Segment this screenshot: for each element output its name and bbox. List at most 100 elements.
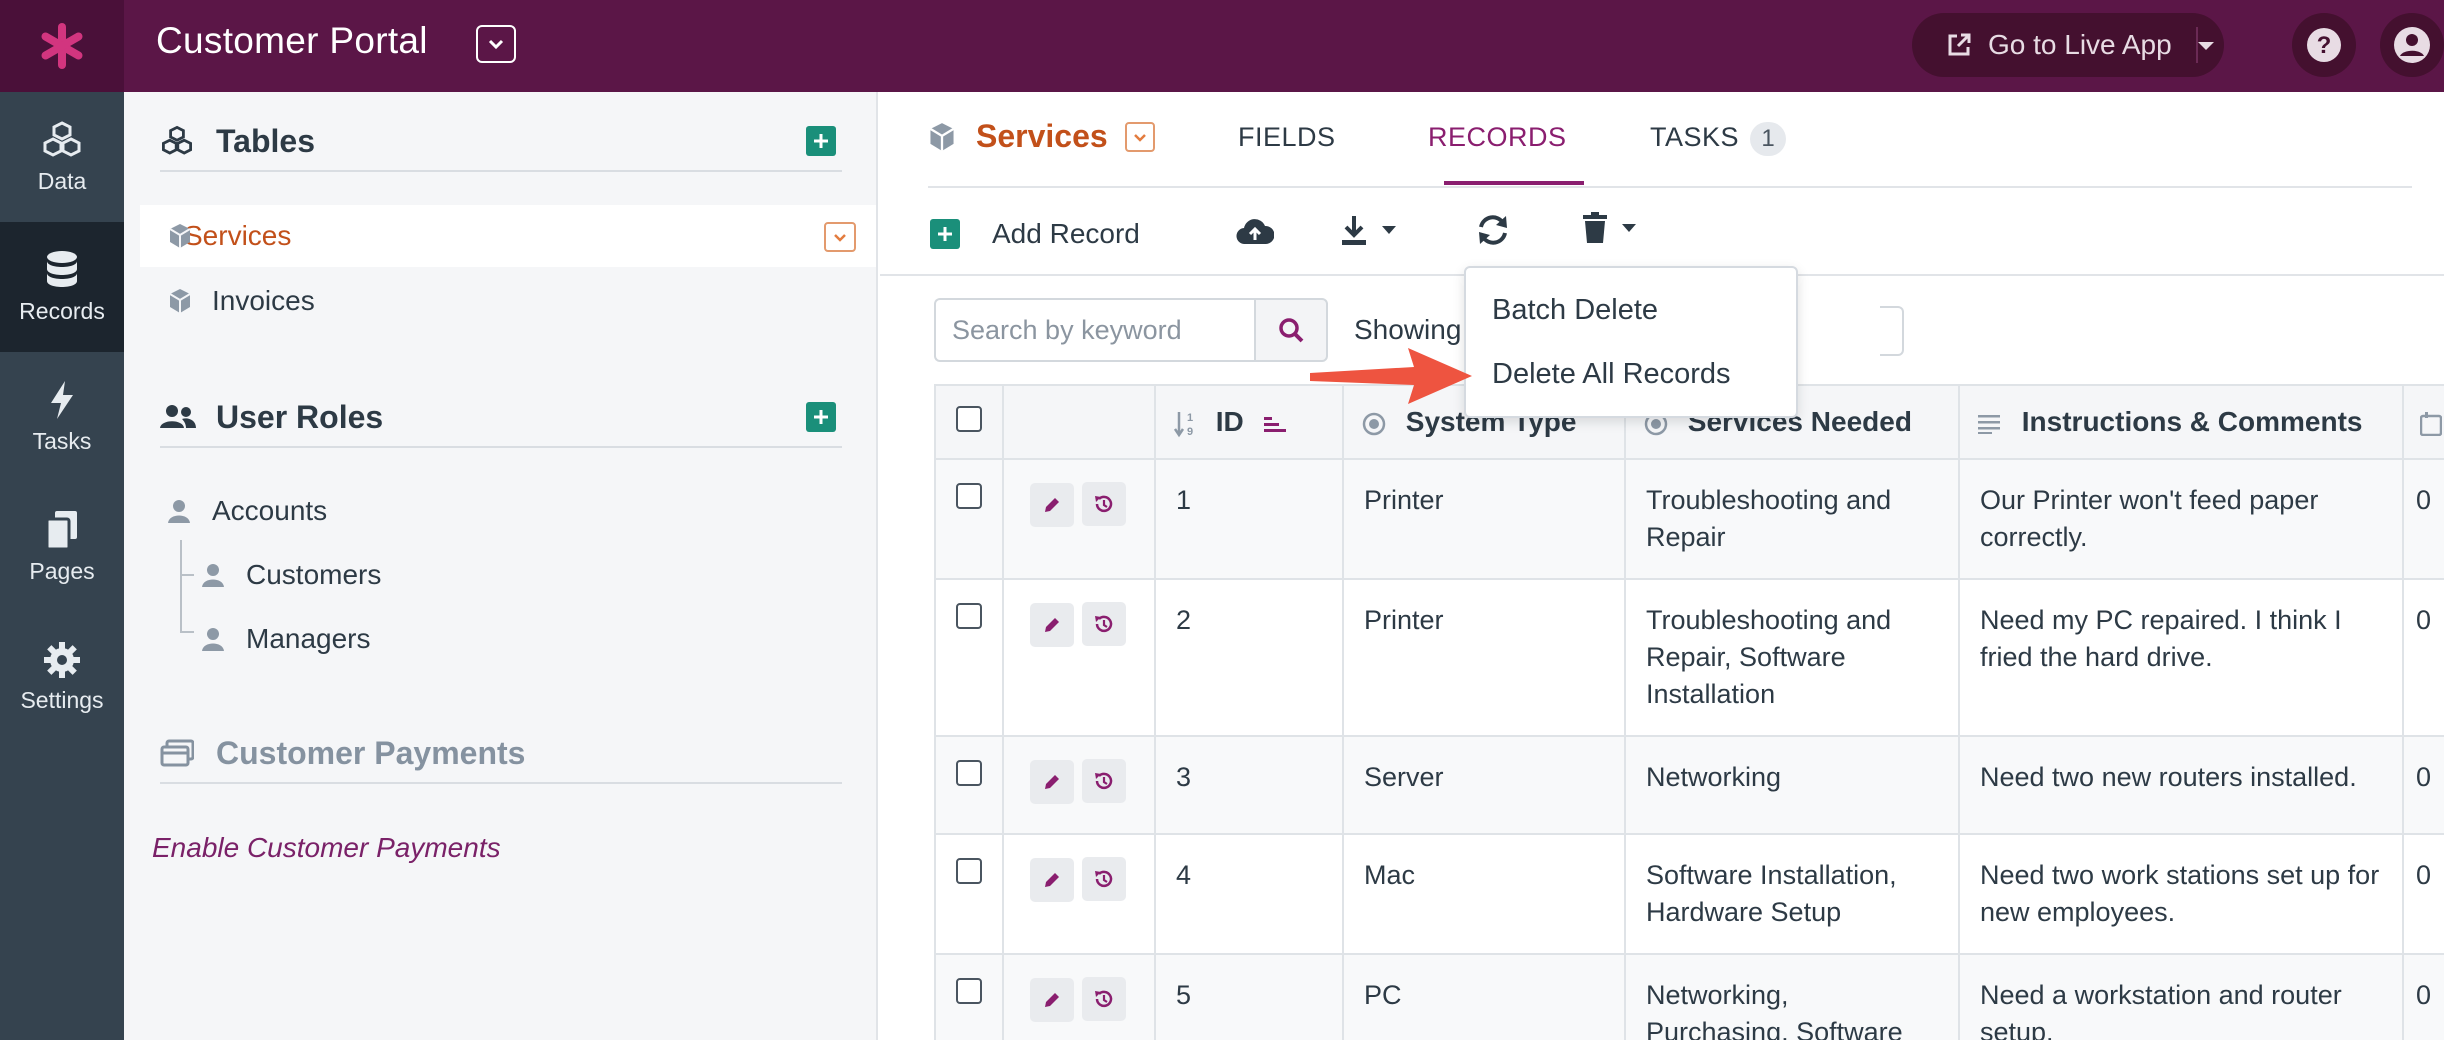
page-size-select[interactable] [1880, 306, 1904, 356]
table-item-invoices[interactable]: Invoices [168, 270, 315, 332]
role-item-accounts[interactable]: Accounts [168, 480, 327, 542]
role-item-managers[interactable]: Managers [202, 608, 371, 670]
rail-item-settings[interactable]: Settings [0, 612, 124, 742]
column-header-date[interactable] [2402, 384, 2444, 460]
rail-item-data[interactable]: Data [0, 92, 124, 222]
record-history-button[interactable] [1082, 857, 1126, 901]
cell-services-needed[interactable]: Troubleshooting and Repair [1624, 458, 1960, 580]
refresh-button[interactable] [1476, 214, 1510, 246]
edit-record-button[interactable] [1030, 858, 1074, 902]
table-title: Services [928, 118, 1108, 155]
caret-down-icon [1622, 224, 1636, 232]
cell-id[interactable]: 5 [1154, 953, 1344, 1040]
add-record-button[interactable]: Add Record [930, 218, 1140, 250]
add-user-role-button[interactable] [806, 402, 836, 432]
user-roles-section-header: User Roles [160, 388, 842, 448]
edit-record-button[interactable] [1030, 603, 1074, 647]
row-checkbox[interactable] [956, 760, 982, 786]
calendar-icon [2420, 411, 2442, 436]
select-all-checkbox[interactable] [956, 405, 982, 432]
cell-instructions[interactable]: Need my PC repaired. I think I fried the… [1958, 578, 2404, 737]
tab-fields[interactable]: FIELDS [1238, 122, 1336, 153]
tab-tasks[interactable]: TASKS [1650, 122, 1739, 153]
cell-next-column[interactable]: 0 [2402, 578, 2444, 737]
cell-services-needed[interactable]: Networking [1624, 735, 1960, 835]
rail-item-pages[interactable]: Pages [0, 482, 124, 612]
cell-system-type[interactable]: Printer [1342, 458, 1626, 580]
export-button[interactable] [1340, 214, 1398, 246]
cell-id[interactable]: 3 [1154, 735, 1344, 835]
gear-icon [43, 641, 81, 679]
cell-instructions[interactable]: Need a workstation and router setup. [1958, 953, 2404, 1040]
record-history-button[interactable] [1082, 602, 1126, 646]
app-logo[interactable] [0, 0, 124, 92]
help-button[interactable]: ? [2292, 13, 2356, 77]
trash-icon [1583, 212, 1607, 243]
rail-item-tasks[interactable]: Tasks [0, 352, 124, 482]
edit-record-button[interactable] [1030, 978, 1074, 1022]
table-item-services[interactable]: Services [140, 205, 876, 267]
record-history-button[interactable] [1082, 977, 1126, 1021]
table-row[interactable]: 3 Server Networking Need two new routers in… [934, 735, 2444, 835]
row-checkbox[interactable] [956, 603, 982, 629]
pencil-icon [1045, 873, 1059, 887]
row-checkbox[interactable] [956, 978, 982, 1004]
pencil-icon [1045, 618, 1059, 632]
table-options-button[interactable] [824, 222, 856, 252]
row-checkbox[interactable] [956, 858, 982, 884]
cell-services-needed[interactable]: Software Installation, Hardware Setup [1624, 833, 1960, 955]
cell-next-column[interactable]: 0 [2402, 953, 2444, 1040]
records-table: 1 9 ID System Type Services Needed Instr… [934, 384, 2444, 1040]
live-app-dropdown-button[interactable] [2196, 28, 2216, 64]
cell-services-needed[interactable]: Networking, Purchasing, Software [1624, 953, 1960, 1040]
column-header-label: ID [1215, 406, 1244, 437]
tasks-count-badge: 1 [1750, 122, 1786, 156]
cell-id[interactable]: 1 [1154, 458, 1344, 580]
account-button[interactable] [2380, 13, 2444, 77]
chevron-down-icon [488, 39, 504, 50]
top-bar: Customer Portal Go to Live App ? [0, 0, 2444, 92]
go-to-live-app-button[interactable]: Go to Live App [1912, 13, 2224, 77]
record-history-button[interactable] [1082, 482, 1126, 526]
table-row[interactable]: 1 Printer Troubleshooting and Repair Our Pr… [934, 458, 2444, 580]
table-row[interactable]: 4 Mac Software Installation, Hardware Setu… [934, 833, 2444, 955]
cell-instructions[interactable]: Need two work stations set up for new em… [1958, 833, 2404, 955]
role-item-customers[interactable]: Customers [202, 544, 381, 606]
cell-id[interactable]: 2 [1154, 578, 1344, 737]
rail-item-records[interactable]: Records [0, 222, 124, 352]
cell-system-type[interactable]: PC [1342, 953, 1626, 1040]
cell-next-column[interactable]: 0 [2402, 735, 2444, 835]
cell-system-type[interactable]: Printer [1342, 578, 1626, 737]
table-item-label: Invoices [212, 285, 315, 316]
cell-instructions[interactable]: Need two new routers installed. [1958, 735, 2404, 835]
edit-record-button[interactable] [1030, 483, 1074, 527]
search-input[interactable]: Search by keyword [934, 298, 1254, 362]
cell-services-needed[interactable]: Troubleshooting and Repair, Software Ins… [1624, 578, 1960, 737]
cell-id[interactable]: 4 [1154, 833, 1344, 955]
table-row[interactable]: 2 Printer Troubleshooting and Repair, Soft… [934, 578, 2444, 737]
records-table-body: 1 Printer Troubleshooting and Repair Our Pr… [934, 458, 2444, 1040]
app-title: Customer Portal [156, 20, 428, 61]
add-table-button[interactable] [806, 126, 836, 156]
cell-next-column[interactable]: 0 [2402, 458, 2444, 580]
plus-icon [814, 410, 828, 424]
delete-menu-button[interactable] [1582, 212, 1638, 244]
row-checkbox[interactable] [956, 483, 982, 509]
import-button[interactable] [1236, 216, 1274, 246]
record-history-button[interactable] [1082, 759, 1126, 803]
edit-record-button[interactable] [1030, 760, 1074, 804]
menu-item-batch-delete[interactable]: Batch Delete [1492, 294, 1658, 327]
column-header-instructions[interactable]: Instructions & Comments [1958, 384, 2404, 460]
cell-instructions[interactable]: Our Printer won't feed paper correctly. [1958, 458, 2404, 580]
table-title-dropdown-button[interactable] [1125, 122, 1155, 152]
cell-next-column[interactable]: 0 [2402, 833, 2444, 955]
menu-item-delete-all-records[interactable]: Delete All Records [1492, 358, 1731, 391]
main-content: Services FIELDS RECORDS TASKS 1 Add Reco… [880, 92, 2444, 1040]
tab-records[interactable]: RECORDS [1428, 122, 1567, 153]
row-select-cell [934, 833, 1004, 955]
enable-customer-payments-link[interactable]: Enable Customer Payments [152, 832, 501, 864]
cell-system-type[interactable]: Server [1342, 735, 1626, 835]
table-row[interactable]: 5 PC Networking, Purchasing, Software Need … [934, 953, 2444, 1040]
app-switcher-button[interactable] [476, 25, 516, 63]
cell-system-type[interactable]: Mac [1342, 833, 1626, 955]
